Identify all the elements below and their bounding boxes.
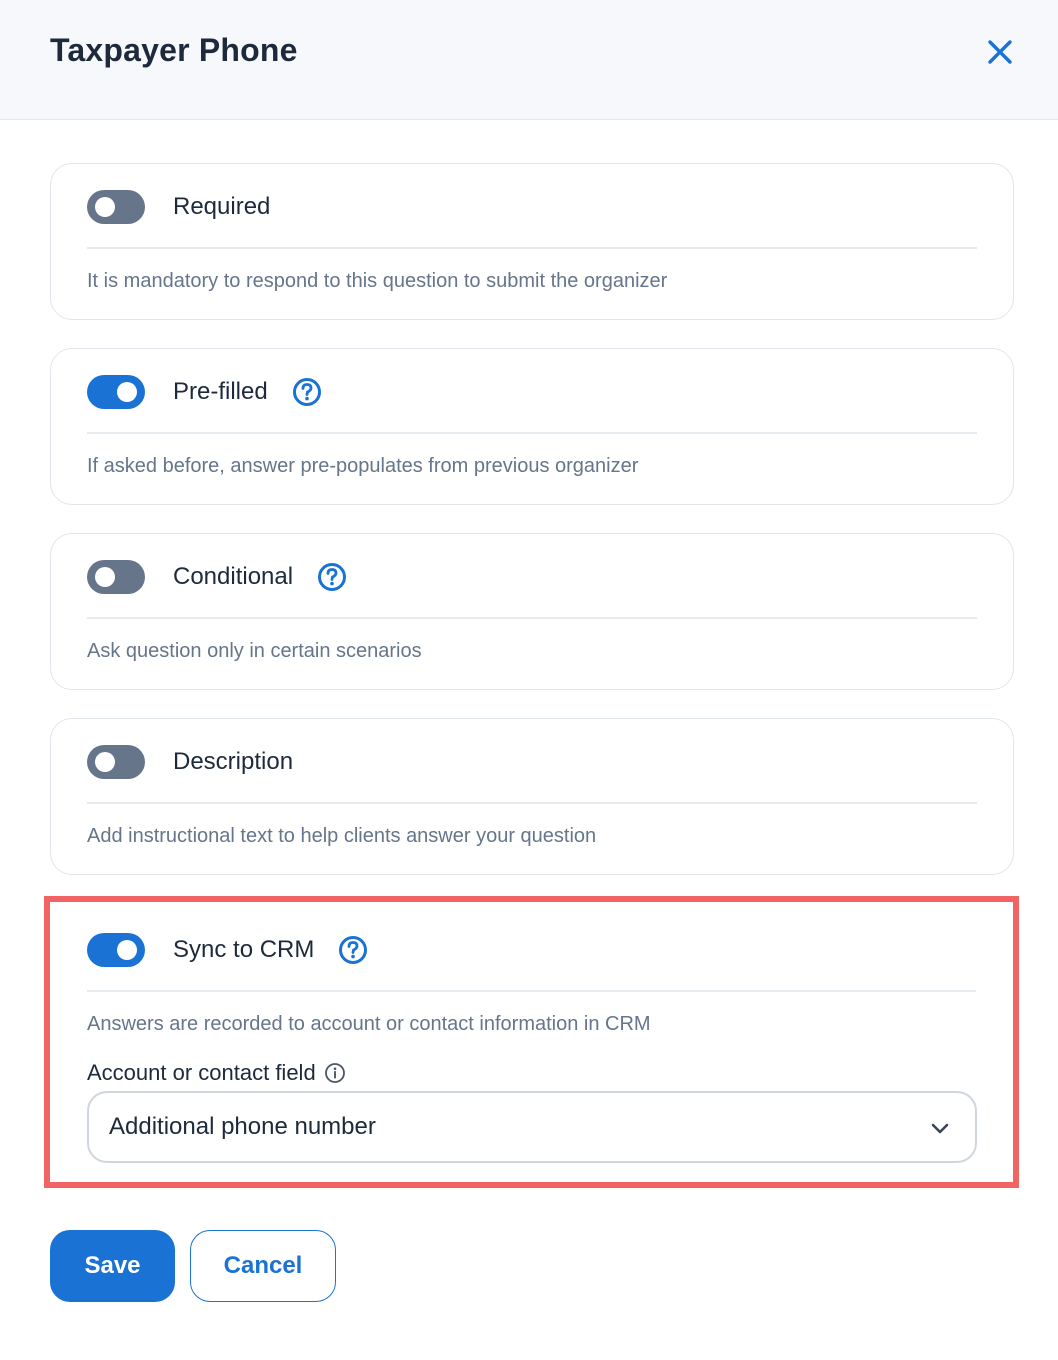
setting-description: Answers are recorded to account or conta… [87, 1013, 651, 1035]
setting-description: It is mandatory to respond to this quest… [87, 270, 668, 292]
setting-description: If asked before, answer pre-populates fr… [87, 455, 639, 477]
toggle-knob [117, 940, 137, 960]
setting-label: Description [173, 748, 294, 775]
field-info-button[interactable] [324, 1062, 346, 1084]
help-icon [292, 378, 321, 406]
setting-label: Pre-filled [173, 378, 268, 405]
setting-card-conditional: Conditional Ask question only in certain… [50, 533, 1014, 690]
conditional-toggle[interactable] [87, 560, 145, 594]
divider [87, 432, 977, 434]
help-icon [339, 936, 368, 964]
prefilled-help-button[interactable] [292, 377, 322, 407]
account-contact-field-select[interactable]: Additional phone number [87, 1091, 977, 1163]
setting-row: Sync to CRM [87, 931, 368, 969]
dialog-header: Taxpayer Phone [0, 0, 1058, 120]
toggle-knob [95, 197, 115, 217]
sync-help-button[interactable] [338, 935, 368, 965]
toggle-knob [95, 752, 115, 772]
save-button[interactable]: Save [50, 1230, 175, 1302]
field-label: Account or contact field [87, 1060, 346, 1086]
setting-row: Required [87, 188, 270, 226]
close-button[interactable] [982, 34, 1018, 70]
prefilled-toggle[interactable] [87, 375, 145, 409]
cancel-button[interactable]: Cancel [190, 1230, 336, 1302]
setting-card-prefilled: Pre-filled If asked before, answer pre-p… [50, 348, 1014, 505]
setting-description: Add instructional text to help clients a… [87, 825, 597, 847]
divider [87, 802, 977, 804]
setting-row: Description [87, 743, 293, 781]
info-icon [324, 1063, 345, 1083]
sync-to-crm-section: Sync to CRM Answers are recorded to acco… [44, 896, 1019, 1188]
toggle-knob [117, 382, 137, 402]
close-icon [988, 40, 1012, 64]
setting-card-description: Description Add instructional text to he… [50, 718, 1014, 875]
dialog-title: Taxpayer Phone [50, 32, 298, 68]
divider [87, 617, 977, 619]
help-icon [318, 563, 347, 591]
select-value: Additional phone number [109, 1113, 376, 1140]
setting-card-required: Required It is mandatory to respond to t… [50, 163, 1014, 320]
setting-row: Pre-filled [87, 373, 322, 411]
toggle-knob [95, 567, 115, 587]
setting-label: Sync to CRM [173, 936, 315, 963]
chevron-down-icon [929, 1117, 951, 1139]
setting-label: Required [173, 193, 271, 220]
setting-description: Ask question only in certain scenarios [87, 640, 422, 662]
description-toggle[interactable] [87, 745, 145, 779]
setting-row: Conditional [87, 558, 347, 596]
field-label-text: Account or contact field [87, 1060, 316, 1085]
divider [87, 990, 976, 992]
required-toggle[interactable] [87, 190, 145, 224]
divider [87, 247, 977, 249]
conditional-help-button[interactable] [317, 562, 347, 592]
sync-crm-toggle[interactable] [87, 933, 145, 967]
setting-label: Conditional [173, 563, 294, 590]
